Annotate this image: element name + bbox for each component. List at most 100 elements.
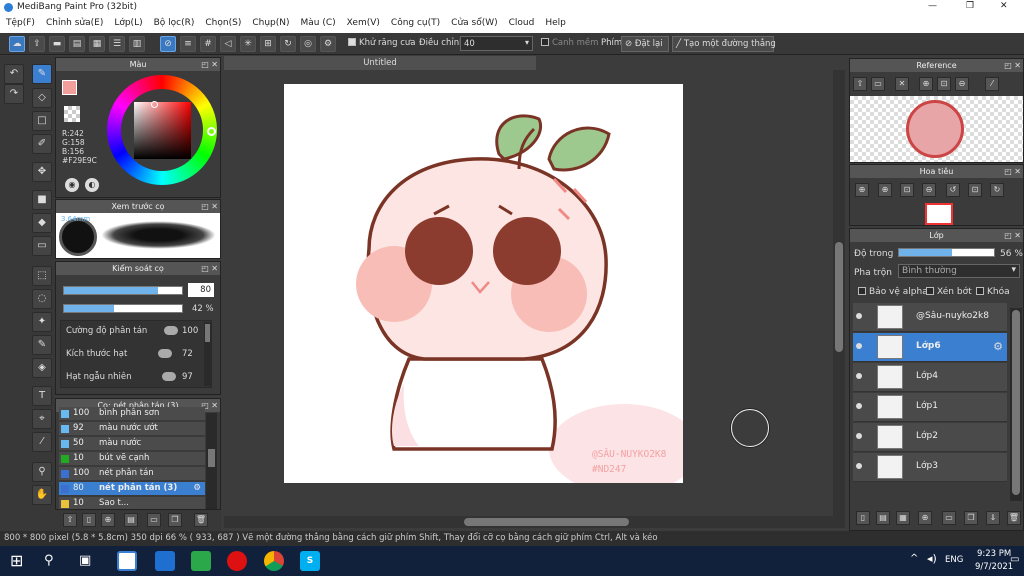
panel-close-icon[interactable]: ◰ ✕ xyxy=(1004,165,1021,178)
trash-icon[interactable]: 🗑 xyxy=(194,513,208,527)
lasso-tool-icon[interactable]: ◌ xyxy=(32,289,52,309)
hand-tool-icon[interactable]: ✋ xyxy=(32,485,52,505)
scrollbar[interactable] xyxy=(206,413,217,509)
menu-layer[interactable]: Lớp(L) xyxy=(108,16,147,28)
magic-wand-icon[interactable]: ✦ xyxy=(32,312,52,332)
gear-icon[interactable]: ⚙ xyxy=(193,483,201,493)
brush-list-item[interactable]: 10 bút vẽ cạnh xyxy=(59,452,205,466)
undo-icon[interactable]: ↶ xyxy=(4,64,24,84)
transparent-swatch[interactable] xyxy=(64,106,80,122)
lock-checkbox[interactable]: Khóa xyxy=(976,287,1010,297)
brush-tool-icon[interactable]: ✎ xyxy=(32,64,52,84)
menu-view[interactable]: Xem(V) xyxy=(341,16,385,28)
fit-icon[interactable]: ⊡ xyxy=(937,77,951,91)
clock-date[interactable]: 9/7/2021 xyxy=(975,562,1013,572)
layer-row[interactable]: Lớp4 xyxy=(853,363,1007,392)
brush-list-item[interactable]: 92 màu nước ướt xyxy=(59,422,205,436)
duplicate-icon[interactable]: ❐ xyxy=(964,511,978,525)
merge-icon[interactable]: ⇓ xyxy=(986,511,1000,525)
slider-knob[interactable] xyxy=(162,372,176,381)
settings-icon[interactable]: ⚙ xyxy=(320,36,336,52)
maximize-button[interactable]: ❐ xyxy=(966,1,974,11)
clock-time[interactable]: 9:23 PM xyxy=(977,549,1011,559)
menu-color[interactable]: Màu (C) xyxy=(295,16,341,28)
select-pen-icon[interactable]: ✎ xyxy=(32,335,52,355)
curve-snap-icon[interactable]: ⊞ xyxy=(260,36,276,52)
scrollbar[interactable] xyxy=(204,322,211,386)
document-icon[interactable]: ▦ xyxy=(89,36,105,52)
menu-edit[interactable]: Chỉnh sửa(E) xyxy=(40,16,108,28)
horizontal-scrollbar[interactable] xyxy=(224,516,845,528)
layer-row[interactable]: Lớp3 xyxy=(853,453,1007,482)
language-indicator[interactable]: ENG xyxy=(945,555,963,565)
new-halftone-layer-icon[interactable]: ▤ xyxy=(876,511,890,525)
adjust-select[interactable]: 40 ▾ xyxy=(460,36,533,51)
layer-row[interactable]: @Sâu-nuyko2k8 xyxy=(853,303,1007,332)
clipping-checkbox[interactable]: Xén bớt xyxy=(926,287,972,297)
smooth-checkbox[interactable]: Canh mềm xyxy=(541,38,598,48)
random-particle-row[interactable]: Hạt ngẫu nhiên 97 xyxy=(66,372,204,382)
search-icon[interactable]: ⚲ xyxy=(44,551,64,571)
saturation-square[interactable] xyxy=(134,102,191,159)
navigator-thumbnail[interactable] xyxy=(925,203,953,225)
zoom-in-icon[interactable]: ⊕ xyxy=(855,183,869,197)
pages-icon[interactable]: ▤ xyxy=(69,36,85,52)
rotate-left-icon[interactable]: ↺ xyxy=(946,183,960,197)
panel-close-icon[interactable]: ◰ ✕ xyxy=(1004,229,1021,242)
cloud-upload-icon[interactable]: ⇧ xyxy=(63,513,77,527)
eye-icon[interactable] xyxy=(856,373,862,379)
flip-icon[interactable]: ⊡ xyxy=(968,183,982,197)
medibang-taskbar-icon[interactable] xyxy=(117,551,137,571)
palette-edit-icon[interactable]: ◐ xyxy=(85,178,99,192)
rectangle-tool-icon[interactable]: □ xyxy=(32,111,52,131)
dropper-tool-icon[interactable]: ⁄ xyxy=(32,432,52,452)
folder-icon[interactable]: ▭ xyxy=(147,513,161,527)
menu-snap[interactable]: Chụp(N) xyxy=(246,16,294,28)
blend-mode-select[interactable]: Bình thường ▾ xyxy=(898,264,1020,278)
duplicate-icon[interactable]: ❐ xyxy=(168,513,182,527)
panel-close-icon[interactable]: ◰ ✕ xyxy=(201,58,218,71)
add-brush-icon[interactable]: ⊕ xyxy=(101,513,115,527)
layer-row[interactable]: Lớp2 xyxy=(853,423,1007,452)
zoom-in-icon[interactable]: ⊕ xyxy=(878,183,892,197)
divide-tool-icon[interactable]: ⌖ xyxy=(32,409,52,429)
new-brush-icon[interactable]: ▯ xyxy=(82,513,96,527)
alpha-protect-checkbox[interactable]: Bảo vệ alpha xyxy=(858,287,928,297)
bucket-tool-icon[interactable]: ◆ xyxy=(32,213,52,233)
trash-icon[interactable]: 🗑 xyxy=(1007,511,1021,525)
scatter-strength-row[interactable]: Cường độ phân tán 100 xyxy=(66,326,204,336)
no-snap-icon[interactable]: ⊘ xyxy=(160,36,176,52)
particle-size-row[interactable]: Kích thước hạt 72 xyxy=(66,349,204,359)
eraser-tool-icon[interactable]: ◇ xyxy=(32,88,52,108)
menu-tools[interactable]: Công cụ(T) xyxy=(385,16,445,28)
antialias-checkbox[interactable]: Khử răng cưa xyxy=(348,38,416,48)
straight-line-button[interactable]: ╱ Tạo một đường thẳng xyxy=(672,36,776,52)
layer-opacity-slider[interactable] xyxy=(898,248,995,257)
menu-window[interactable]: Cửa sổ(W) xyxy=(445,16,502,28)
vertical-scrollbar[interactable] xyxy=(833,70,845,516)
brush-list-item[interactable]: 10 Sao t... xyxy=(59,497,205,509)
chrome-taskbar-icon[interactable] xyxy=(264,551,284,571)
game-taskbar-icon[interactable] xyxy=(191,551,211,571)
open-folder-icon[interactable]: ▭ xyxy=(871,77,885,91)
vanish-snap-icon[interactable]: ◁ xyxy=(220,36,236,52)
select-eraser-icon[interactable]: ◈ xyxy=(32,358,52,378)
spiral-snap-icon[interactable]: ↻ xyxy=(280,36,296,52)
volume-icon[interactable]: ◂) xyxy=(927,552,937,565)
opera-taskbar-icon[interactable] xyxy=(227,551,247,571)
comment-icon[interactable]: ▬ xyxy=(49,36,65,52)
sv-marker[interactable] xyxy=(151,101,158,108)
slider-knob[interactable] xyxy=(164,326,178,335)
panel-icon[interactable]: ▥ xyxy=(129,36,145,52)
layer-row[interactable]: Lớp6 ⚙ xyxy=(853,333,1007,362)
eyedropper-icon[interactable]: ⚲ xyxy=(32,462,52,482)
reset-button[interactable]: ⊘ Đặt lại xyxy=(621,36,669,52)
pen-tool-icon[interactable]: ✐ xyxy=(32,134,52,154)
rotate-right-icon[interactable]: ↻ xyxy=(990,183,1004,197)
cloud-icon[interactable]: ☁ xyxy=(9,36,25,52)
fit-icon[interactable]: ⊡ xyxy=(900,183,914,197)
hue-marker[interactable] xyxy=(207,127,216,136)
gradient-tool-icon[interactable]: ▭ xyxy=(32,236,52,256)
brush-list-item[interactable]: 80 nét phân tán (3) ⚙ xyxy=(59,482,205,496)
move-tool-icon[interactable]: ✥ xyxy=(32,162,52,182)
